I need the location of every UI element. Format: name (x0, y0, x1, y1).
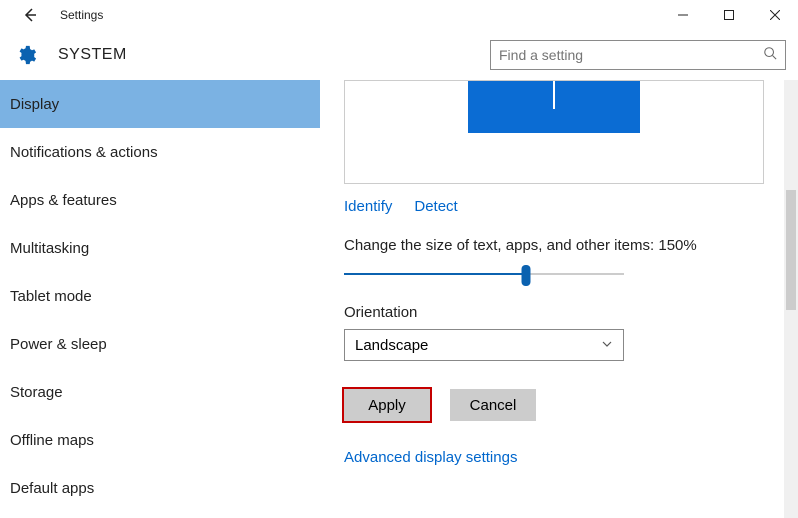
sidebar-item-label: Default apps (10, 480, 94, 497)
scale-slider[interactable] (344, 264, 624, 284)
chevron-down-icon (601, 337, 613, 354)
close-icon (770, 10, 780, 20)
scale-label: Change the size of text, apps, and other… (344, 237, 798, 254)
minimize-button[interactable] (660, 0, 706, 30)
search-input[interactable] (499, 47, 763, 63)
sidebar-item-default-apps[interactable]: Default apps (0, 464, 320, 512)
titlebar: Settings (0, 0, 798, 30)
slider-thumb[interactable] (522, 265, 531, 286)
apply-button[interactable]: Apply (344, 389, 430, 421)
detect-link[interactable]: Detect (414, 198, 457, 215)
window-title: Settings (60, 8, 103, 22)
slider-fill (344, 273, 526, 275)
window-controls (660, 0, 798, 30)
back-arrow-icon (22, 7, 38, 23)
header-title: SYSTEM (58, 46, 127, 64)
close-button[interactable] (752, 0, 798, 30)
sidebar-item-label: Storage (10, 384, 63, 401)
maximize-icon (724, 10, 734, 20)
sidebar-item-tablet[interactable]: Tablet mode (0, 272, 320, 320)
sidebar-item-multitasking[interactable]: Multitasking (0, 224, 320, 272)
monitor-icon[interactable] (468, 81, 640, 133)
sidebar-item-power[interactable]: Power & sleep (0, 320, 320, 368)
minimize-icon (678, 10, 688, 20)
orientation-label: Orientation (344, 304, 798, 321)
gear-icon (12, 41, 40, 69)
sidebar-item-storage[interactable]: Storage (0, 368, 320, 416)
sidebar-item-label: Display (10, 96, 59, 113)
maximize-button[interactable] (706, 0, 752, 30)
cancel-label: Cancel (470, 397, 517, 414)
orientation-select[interactable]: Landscape (344, 329, 624, 361)
scrollbar[interactable] (784, 80, 798, 518)
orientation-value: Landscape (355, 337, 428, 354)
sidebar-item-label: Multitasking (10, 240, 89, 257)
sidebar-item-notifications[interactable]: Notifications & actions (0, 128, 320, 176)
sidebar-item-label: Notifications & actions (10, 144, 158, 161)
sidebar-item-apps[interactable]: Apps & features (0, 176, 320, 224)
sidebar-item-label: Power & sleep (10, 336, 107, 353)
sidebar-item-label: Tablet mode (10, 288, 92, 305)
sidebar: Display Notifications & actions Apps & f… (0, 80, 320, 518)
monitor-preview (344, 80, 764, 184)
sidebar-item-offline-maps[interactable]: Offline maps (0, 416, 320, 464)
search-box[interactable] (490, 40, 786, 70)
scrollbar-thumb[interactable] (786, 190, 796, 310)
search-icon (763, 46, 777, 65)
sidebar-item-label: Apps & features (10, 192, 117, 209)
advanced-display-link[interactable]: Advanced display settings (344, 449, 517, 466)
cancel-button[interactable]: Cancel (450, 389, 536, 421)
sidebar-item-label: Offline maps (10, 432, 94, 449)
identify-link[interactable]: Identify (344, 198, 392, 215)
back-button[interactable] (16, 1, 44, 29)
apply-label: Apply (368, 397, 406, 414)
sidebar-item-display[interactable]: Display (0, 80, 320, 128)
main-content: Identify Detect Change the size of text,… (320, 80, 798, 518)
